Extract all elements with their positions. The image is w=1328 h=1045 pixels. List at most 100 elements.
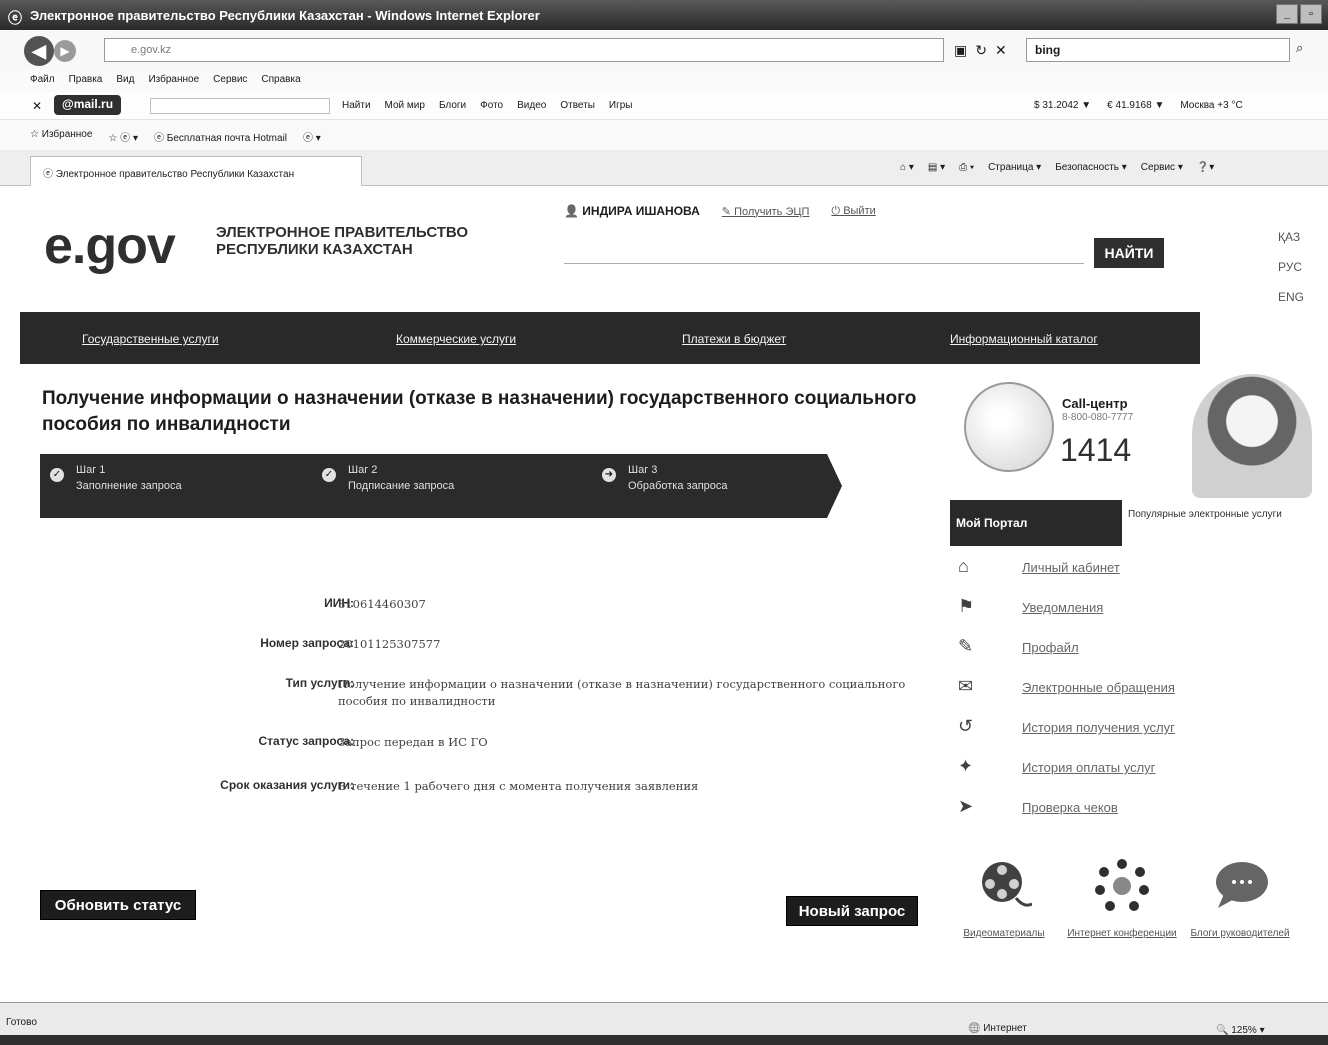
mailru-link[interactable]: Блоги bbox=[439, 100, 466, 111]
menu-view[interactable]: Вид bbox=[116, 74, 134, 88]
menu-help[interactable]: Справка bbox=[261, 74, 300, 88]
user-bar: 👤 ИНДИРА ИШАНОВА ✎ Получить ЭЦП ⏻ Выйти bbox=[564, 204, 876, 218]
favorites-button[interactable]: ☆ Избранное bbox=[30, 129, 92, 144]
status-text: Готово bbox=[6, 1017, 37, 1028]
tools-menu[interactable]: Сервис ▾ bbox=[1141, 162, 1183, 173]
step-3: ➜ Шаг 3 Обработка запроса bbox=[592, 454, 842, 518]
mailru-link[interactable]: Найти bbox=[342, 100, 371, 111]
menu-edit[interactable]: Правка bbox=[69, 74, 103, 88]
portal-link-service-history[interactable]: История получения услуг bbox=[1022, 720, 1175, 735]
nav-payments[interactable]: Платежи в бюджет bbox=[682, 332, 786, 346]
film-reel-icon[interactable] bbox=[976, 858, 1033, 914]
address-tools: ▣↻✕ bbox=[954, 42, 1015, 59]
mailru-link[interactable]: Мой мир bbox=[385, 100, 425, 111]
restore-button[interactable]: ▫ bbox=[1300, 4, 1322, 24]
add-favorite-icon[interactable]: ☆ ⓔ ▾ bbox=[108, 129, 138, 144]
nav-catalog[interactable]: Информационный каталог bbox=[950, 332, 1098, 346]
home-icon[interactable]: ⌂ ▾ bbox=[900, 162, 914, 173]
user-name: 👤 ИНДИРА ИШАНОВА bbox=[564, 204, 700, 218]
browser-tab[interactable]: ⓔ Электронное правительство Республики К… bbox=[30, 156, 362, 186]
mailru-link[interactable]: Фото bbox=[480, 100, 503, 111]
tab-my-portal[interactable]: Мой Портал bbox=[950, 500, 1122, 546]
operator-photo bbox=[1192, 374, 1312, 498]
nav-commercial[interactable]: Коммерческие услуги bbox=[396, 332, 516, 346]
portal-link-notifications[interactable]: Уведомления bbox=[1022, 600, 1103, 615]
menu-tools[interactable]: Сервис bbox=[213, 74, 247, 88]
site-search-input[interactable] bbox=[564, 238, 1084, 264]
detail-value: 20101125307577 bbox=[338, 637, 441, 651]
portal-item: ✦ История оплаты услуг bbox=[950, 756, 1290, 796]
mailru-logo[interactable]: @mail.ru bbox=[54, 95, 122, 115]
portal-link-cabinet[interactable]: Личный кабинет bbox=[1022, 560, 1120, 575]
search-icon[interactable]: ⌕ bbox=[1296, 40, 1303, 56]
chat-bubble-icon[interactable] bbox=[1212, 858, 1268, 914]
check-icon: ✓ bbox=[322, 468, 336, 482]
refresh-status-button[interactable]: Обновить статус bbox=[40, 890, 196, 920]
page-title: Получение информации о назначении (отказ… bbox=[42, 388, 917, 435]
conference-icon[interactable] bbox=[1094, 858, 1150, 914]
minimize-button[interactable]: _ bbox=[1276, 4, 1298, 24]
compat-icon[interactable]: ▣ bbox=[954, 42, 975, 58]
tab-popular-services[interactable]: Популярные электронные услуги bbox=[1128, 508, 1282, 522]
stop-icon[interactable]: ✕ bbox=[995, 42, 1015, 58]
home-icon: ⌂ bbox=[958, 556, 969, 576]
new-request-button[interactable]: Новый запрос bbox=[786, 896, 918, 926]
safety-menu[interactable]: Безопасность ▾ bbox=[1055, 162, 1127, 173]
usd-rate[interactable]: $ 31.2042 ▼ bbox=[1034, 100, 1091, 111]
mailru-link[interactable]: Игры bbox=[609, 100, 633, 111]
web-page: e.gov ЭЛЕКТРОННОЕ ПРАВИТЕЛЬСТВО РЕСПУБЛИ… bbox=[0, 186, 1328, 1002]
lang-rus[interactable]: РУС bbox=[1278, 252, 1304, 282]
get-eds-link[interactable]: ✎ Получить ЭЦП bbox=[722, 205, 810, 218]
print-icon[interactable]: ⎙ ▾ bbox=[959, 162, 974, 173]
language-switcher: ҚАЗ РУС ENG bbox=[1278, 222, 1304, 312]
portal-link-profile[interactable]: Профайл bbox=[1022, 640, 1079, 655]
detail-value: Получение информации о назначении (отказ… bbox=[338, 677, 906, 708]
phone-icon bbox=[964, 382, 1054, 472]
steps-progress: ✓ Шаг 1 Заполнение запроса ✓ Шаг 2 Подпи… bbox=[40, 454, 842, 518]
lang-eng[interactable]: ENG bbox=[1278, 282, 1304, 312]
page-menu[interactable]: Страница ▾ bbox=[988, 162, 1041, 173]
menu-favorites[interactable]: Избранное bbox=[148, 74, 199, 88]
portal-link-check-receipts[interactable]: Проверка чеков bbox=[1022, 800, 1118, 815]
media-item: Блоги руководителей bbox=[1180, 858, 1300, 941]
back-button[interactable]: ◀ bbox=[24, 36, 54, 66]
mailru-search-input[interactable] bbox=[150, 98, 330, 114]
portal-link-payment-history[interactable]: История оплаты услуг bbox=[1022, 760, 1155, 775]
web-slice-link[interactable]: ⓔ ▾ bbox=[303, 129, 321, 144]
address-field[interactable]: e.gov.kz bbox=[104, 38, 944, 62]
call-center: Call-центр 8-800-080-7777 1414 bbox=[958, 374, 1318, 502]
media-link-blogs[interactable]: Блоги руководителей bbox=[1180, 927, 1300, 941]
menu-bar: Файл Правка Вид Избранное Сервис Справка bbox=[0, 70, 1328, 92]
hotmail-link[interactable]: ⓔ Бесплатная почта Hotmail bbox=[154, 129, 287, 144]
egov-logo[interactable]: e.gov bbox=[44, 216, 176, 276]
weather[interactable]: Москва +3 °С bbox=[1180, 100, 1242, 111]
call-center-title: Call-центр bbox=[1062, 396, 1128, 411]
forward-button[interactable]: ▶ bbox=[54, 40, 76, 62]
media-links: Видеоматериалы Интернет конференции Блог… bbox=[944, 858, 1304, 968]
menu-file[interactable]: Файл bbox=[30, 74, 55, 88]
help-icon[interactable]: ❓▾ bbox=[1197, 162, 1214, 173]
eur-rate[interactable]: € 41.9168 ▼ bbox=[1107, 100, 1164, 111]
detail-value: В течение 1 рабочего дня с момента получ… bbox=[338, 779, 699, 793]
lang-kaz[interactable]: ҚАЗ bbox=[1278, 222, 1304, 252]
mailru-link[interactable]: Видео bbox=[517, 100, 546, 111]
portal-item: ➤ Проверка чеков bbox=[950, 796, 1290, 836]
request-details: ИИН: 810614460307 Номер запроса: 2010112… bbox=[40, 596, 920, 818]
media-link-video[interactable]: Видеоматериалы bbox=[944, 927, 1064, 941]
notification-icon: ⚑ bbox=[958, 596, 975, 616]
feeds-icon[interactable]: ▤ ▾ bbox=[928, 162, 945, 173]
detail-value: Запрос передан в ИС ГО bbox=[338, 735, 488, 749]
search-input[interactable]: bing bbox=[1026, 38, 1290, 62]
pencil-icon: ✎ bbox=[958, 636, 974, 656]
media-link-conferences[interactable]: Интернет конференции bbox=[1062, 927, 1182, 941]
logout-link[interactable]: ⏻ Выйти bbox=[831, 205, 875, 218]
payment-icon: ✦ bbox=[958, 756, 974, 776]
portal-link-appeals[interactable]: Электронные обращения bbox=[1022, 680, 1175, 695]
nav-gov-services[interactable]: Государственные услуги bbox=[82, 332, 219, 346]
step-2: ✓ Шаг 2 Подписание запроса bbox=[312, 454, 604, 518]
refresh-icon[interactable]: ↻ bbox=[975, 42, 995, 58]
find-button[interactable]: НАЙТИ bbox=[1094, 238, 1164, 268]
mailru-link[interactable]: Ответы bbox=[560, 100, 595, 111]
close-icon[interactable]: ✕ bbox=[32, 99, 42, 113]
ie-logo-icon: ⓔ bbox=[8, 10, 22, 26]
